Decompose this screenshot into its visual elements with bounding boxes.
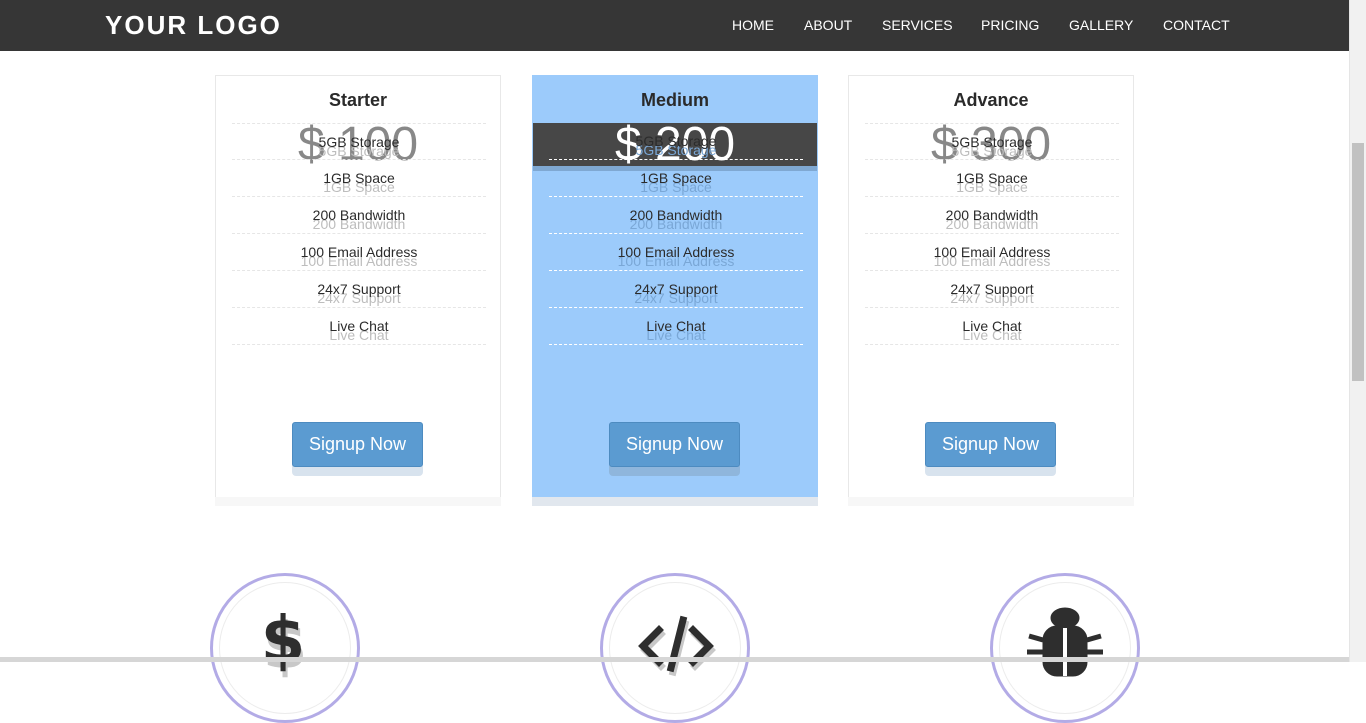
feature-circle-debug	[990, 573, 1140, 723]
feature-item: 5GB Storage 5GB Storage	[865, 123, 1119, 160]
feature-list: 5GB Storage 5GB Storage 1GB Space 1GB Spac…	[232, 123, 486, 345]
feature-item: 1GB Space 1GB Space	[549, 160, 803, 197]
signup-button-starter[interactable]: Signup Now	[292, 422, 423, 467]
feature-item: 5GB Storage 5GB Storage	[549, 123, 803, 160]
feature-item: Live Chat Live Chat	[232, 308, 486, 345]
plan-title: Medium	[640, 90, 709, 110]
feature-circle-code	[600, 573, 750, 723]
feature-item: 100 Email Address 100 Email Address	[865, 234, 1119, 271]
feature-text: 1GB Space	[323, 170, 395, 186]
nav-pricing[interactable]: PRICING	[981, 17, 1039, 33]
feature-item: 200 Bandwidth 200 Bandwidth	[232, 197, 486, 234]
signup-area: Signup Now	[216, 422, 500, 478]
plan-shadow	[532, 497, 818, 506]
pricing-plan-starter: Starter $ 100 5GB Storage 5GB Storage 1GB…	[215, 75, 501, 498]
nav-gallery[interactable]: GALLERY	[1069, 17, 1133, 33]
feature-item: 200 Bandwidth 200 Bandwidth	[549, 197, 803, 234]
feature-text: Live Chat	[329, 318, 389, 334]
nav-contact[interactable]: CONTACT	[1163, 17, 1230, 33]
nav-about[interactable]: ABOUT	[804, 17, 852, 33]
svg-text:$: $	[261, 604, 306, 678]
feature-list: 5GB Storage 5GB Storage 1GB Space 1GB Spac…	[865, 123, 1119, 345]
feature-item: Live Chat Live Chat	[549, 308, 803, 345]
plan-shadow	[215, 497, 501, 506]
plan-title: Starter	[328, 90, 388, 110]
feature-text: 1GB Space	[640, 170, 712, 186]
vertical-scrollbar[interactable]	[1349, 0, 1366, 662]
feature-text: 200 Bandwidth	[312, 207, 406, 223]
feature-item: 5GB Storage 5GB Storage	[232, 123, 486, 160]
feature-text: 100 Email Address	[300, 244, 418, 260]
feature-item: 200 Bandwidth 200 Bandwidth	[865, 197, 1119, 234]
feature-text: 5GB Storage	[951, 134, 1033, 150]
signup-area: Signup Now	[849, 422, 1133, 478]
feature-item: 24x7 Support 24x7 Support	[549, 271, 803, 308]
feature-circle-pricing: $ $	[210, 573, 360, 723]
dollar-icon: $ $	[261, 604, 308, 684]
feature-text: 5GB Storage	[318, 134, 400, 150]
feature-text: 200 Bandwidth	[629, 207, 723, 223]
feature-text: 200 Bandwidth	[945, 207, 1039, 223]
nav-home[interactable]: HOME	[732, 17, 774, 33]
horizontal-scrollbar[interactable]	[0, 657, 1349, 662]
nav-services[interactable]: SERVICES	[882, 17, 953, 33]
feature-item: 1GB Space 1GB Space	[232, 160, 486, 197]
feature-item: 24x7 Support 24x7 Support	[232, 271, 486, 308]
plan-shadow	[848, 497, 1134, 506]
signup-button-advance[interactable]: Signup Now	[925, 422, 1056, 467]
feature-text: Live Chat	[646, 318, 706, 334]
feature-list: 5GB Storage 5GB Storage 1GB Space 1GB Spac…	[549, 133, 803, 345]
code-icon	[638, 615, 716, 677]
plan-title: Advance	[953, 90, 1029, 110]
feature-text: 5GB Storage	[635, 133, 717, 149]
feature-item: 100 Email Address 100 Email Address	[232, 234, 486, 271]
feature-text: 24x7 Support	[317, 281, 401, 297]
feature-text: 24x7 Support	[634, 281, 718, 297]
feature-item: 100 Email Address 100 Email Address	[549, 234, 803, 271]
feature-text: Live Chat	[962, 318, 1022, 334]
feature-text: 24x7 Support	[950, 281, 1034, 297]
top-navbar: YOUR LOGO HOME ABOUT SERVICES PRICING GA…	[0, 0, 1349, 51]
bug-icon	[1027, 607, 1103, 677]
feature-item: 24x7 Support 24x7 Support	[865, 271, 1119, 308]
feature-text: 1GB Space	[956, 170, 1028, 186]
feature-item: 1GB Space 1GB Space	[865, 160, 1119, 197]
feature-text: 100 Email Address	[617, 244, 735, 260]
scrollbar-thumb[interactable]	[1352, 143, 1364, 381]
signup-button-medium[interactable]: Signup Now	[609, 422, 740, 467]
main-nav: HOME ABOUT SERVICES PRICING GALLERY CONT…	[0, 17, 1349, 37]
pricing-plan-advance: Advance $ 300 5GB Storage 5GB Storage 1GB…	[848, 75, 1134, 498]
signup-area: Signup Now	[533, 422, 817, 478]
feature-text: 100 Email Address	[933, 244, 1051, 260]
feature-item: Live Chat Live Chat	[865, 308, 1119, 345]
pricing-plan-medium: Medium $ 200 5GB Storage 5GB Storage 1GB …	[532, 75, 818, 498]
